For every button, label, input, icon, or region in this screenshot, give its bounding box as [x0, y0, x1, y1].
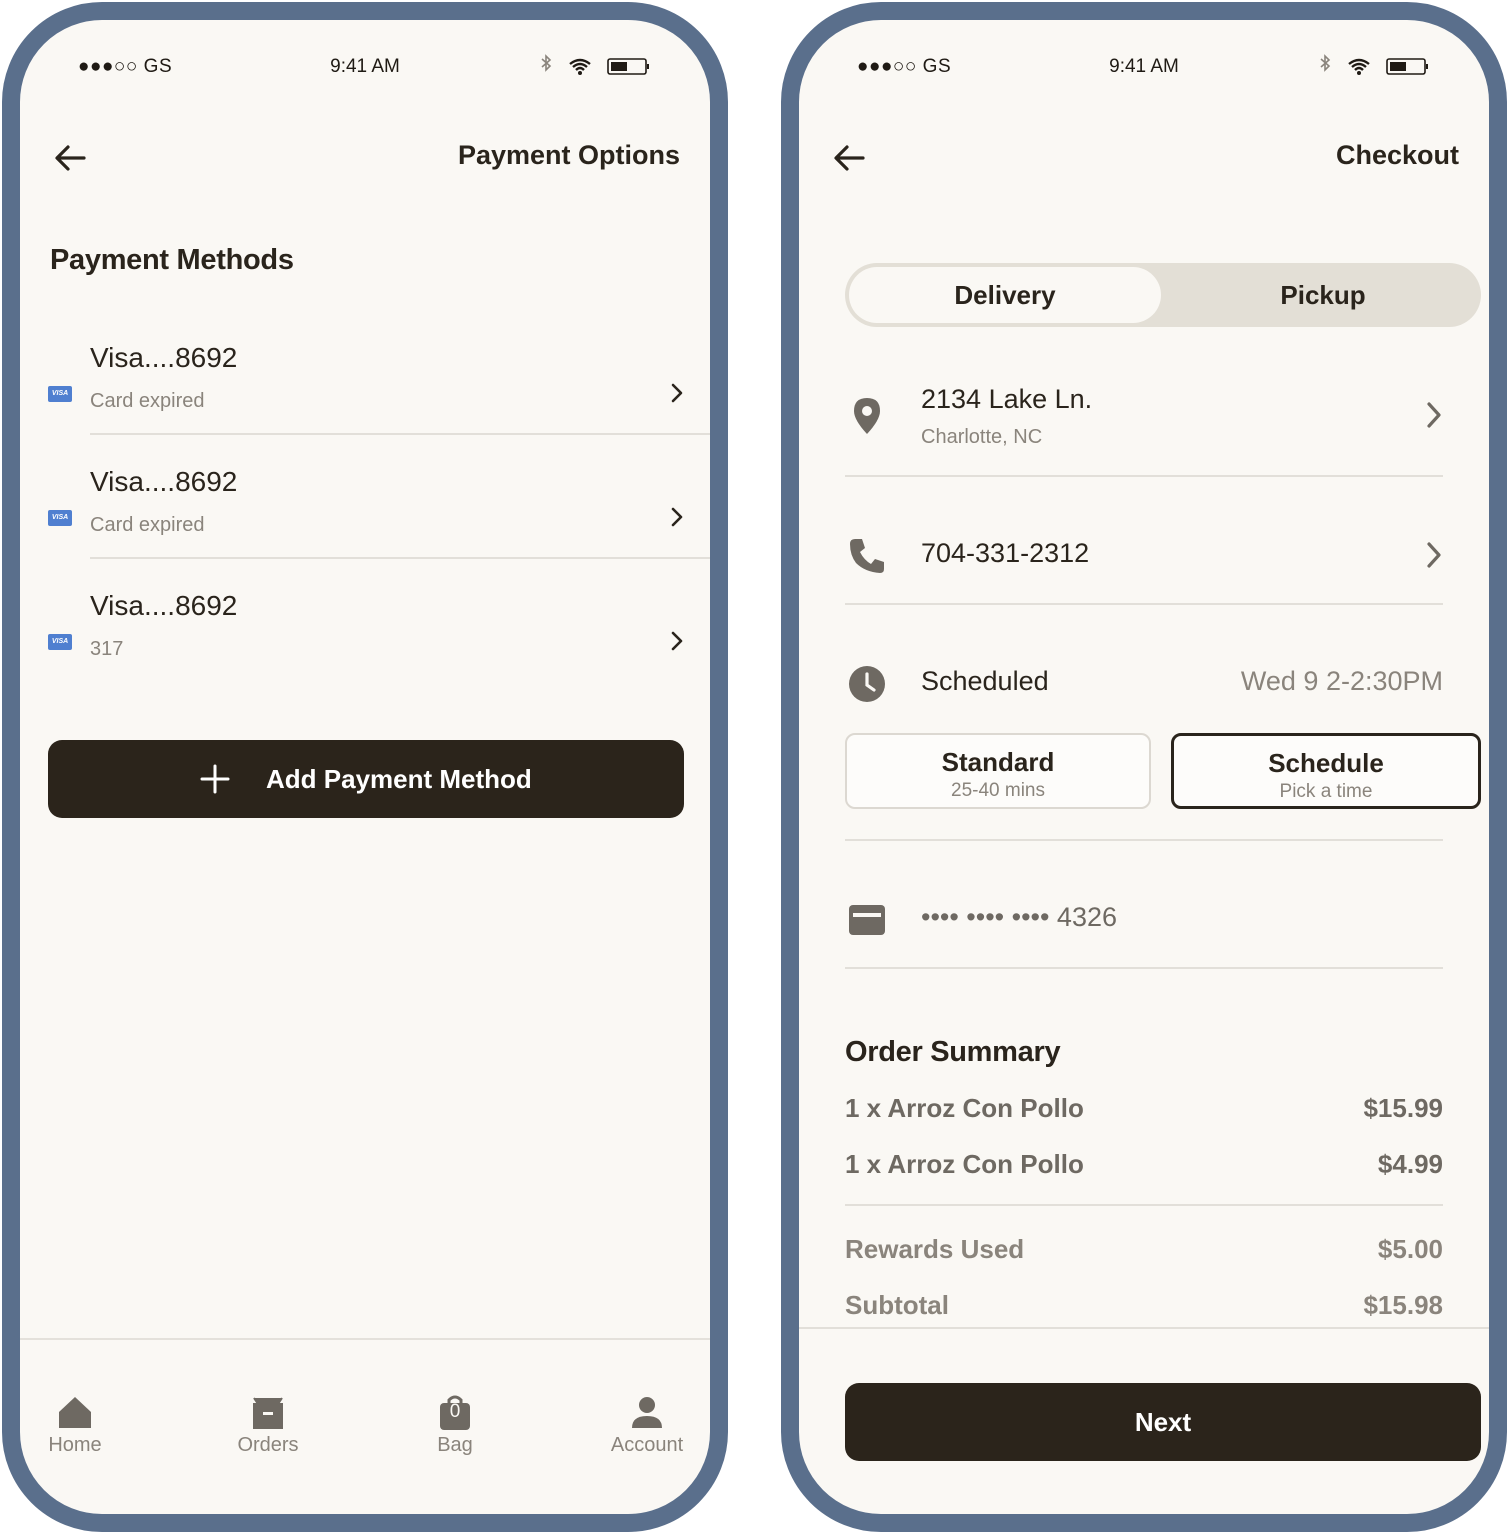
- order-item-row: 1 x Arroz Con Pollo $15.99: [845, 1093, 1443, 1127]
- next-button[interactable]: Next: [845, 1383, 1481, 1461]
- back-arrow-icon[interactable]: [829, 138, 869, 178]
- divider: [845, 967, 1443, 969]
- subtotal-label: Subtotal: [845, 1290, 949, 1320]
- page-title: Payment Options: [457, 140, 680, 170]
- schedule-option-subtitle: Pick a time: [1279, 781, 1373, 802]
- payment-method-detail: 317: [90, 638, 124, 660]
- payment-method-row[interactable]: VISA Visa....8692 Card expired: [48, 342, 710, 466]
- segment-pickup[interactable]: Pickup: [1165, 263, 1481, 327]
- subtotal-value: $15.98: [1363, 1290, 1443, 1320]
- delivery-pickup-toggle: Delivery Pickup: [845, 263, 1481, 327]
- order-item-name: 1 x Arroz Con Pollo: [845, 1093, 1084, 1123]
- segment-delivery[interactable]: Delivery: [849, 267, 1161, 323]
- chevron-right-icon[interactable]: [1425, 400, 1443, 430]
- clock-icon: [849, 666, 885, 702]
- rewards-label: Rewards Used: [845, 1234, 1025, 1264]
- payment-method-status: Card expired: [90, 514, 205, 536]
- bluetooth-icon: [541, 54, 552, 72]
- schedule-label: Scheduled: [921, 666, 1049, 696]
- divider: [845, 839, 1443, 841]
- tab-bag-label: Bag: [437, 1434, 473, 1456]
- status-icons: [541, 54, 649, 75]
- chevron-right-icon[interactable]: [1425, 540, 1443, 570]
- subtotal-row: Subtotal $15.98: [845, 1290, 1443, 1324]
- credit-card-icon: [849, 905, 885, 935]
- tab-home-label: Home: [48, 1434, 102, 1456]
- tab-account[interactable]: Account: [592, 1392, 702, 1457]
- wifi-icon: [569, 58, 591, 71]
- payment-method-status: Card expired: [90, 390, 205, 412]
- standard-option[interactable]: Standard 25-40 mins: [845, 733, 1151, 809]
- add-payment-method-button[interactable]: Add Payment Method: [48, 740, 684, 818]
- payment-methods-heading: Payment Methods: [50, 244, 294, 276]
- address-line1: 2134 Lake Ln.: [921, 384, 1093, 414]
- tab-home[interactable]: Home: [20, 1392, 130, 1457]
- divider: [845, 1204, 1443, 1206]
- payment-options-screen: ●●●○○ GS 9:41 AM Payment Options Payment…: [2, 2, 728, 1532]
- tab-orders[interactable]: Orders: [213, 1392, 323, 1457]
- chevron-right-icon: [671, 383, 683, 403]
- order-item-price: $15.99: [1363, 1093, 1443, 1123]
- location-pin-icon: [854, 398, 880, 434]
- payment-method-row[interactable]: VISA Visa....8692 Card expired: [48, 466, 710, 590]
- visa-card-icon: VISA: [48, 634, 72, 650]
- wifi-icon: [1348, 58, 1370, 71]
- status-bar: ●●●○○ GS 9:41 AM: [799, 40, 1489, 77]
- orders-icon: [253, 1397, 283, 1429]
- payment-method-name: Visa....8692: [90, 590, 238, 621]
- divider: [845, 603, 1443, 605]
- schedule-option[interactable]: Schedule Pick a time: [1171, 733, 1481, 809]
- tab-bag[interactable]: 0 Bag: [400, 1392, 510, 1457]
- divider: [799, 1327, 1489, 1329]
- order-item-price: $4.99: [1377, 1149, 1443, 1179]
- visa-card-icon: VISA: [48, 386, 72, 402]
- standard-option-subtitle: 25-40 mins: [951, 780, 1045, 801]
- rewards-row: Rewards Used $5.00: [845, 1234, 1443, 1268]
- battery-icon: [607, 58, 649, 75]
- card-number[interactable]: •••• •••• •••• 4326: [921, 902, 1117, 933]
- status-icons: [1320, 54, 1428, 75]
- divider: [845, 475, 1443, 477]
- order-item-row: 1 x Arroz Con Pollo $4.99: [845, 1149, 1443, 1183]
- battery-icon: [1386, 58, 1428, 75]
- account-icon: [632, 1397, 662, 1428]
- plus-icon: [200, 764, 230, 794]
- bag-count-badge: 0: [449, 1401, 461, 1422]
- payment-method-row[interactable]: VISA Visa....8692 317: [48, 590, 710, 714]
- standard-option-title: Standard: [941, 747, 1055, 777]
- chevron-right-icon: [671, 507, 683, 527]
- rewards-value: $5.00: [1377, 1234, 1443, 1264]
- schedule-value: Wed 9 2-2:30PM: [1240, 666, 1443, 696]
- tab-bar-divider: [20, 1338, 710, 1340]
- phone-number: 704-331-2312: [921, 538, 1090, 568]
- divider: [90, 433, 710, 435]
- status-bar: ●●●○○ GS 9:41 AM: [20, 40, 710, 77]
- page-title: Checkout: [1335, 140, 1459, 170]
- order-summary-heading: Order Summary: [845, 1036, 1061, 1068]
- payment-method-name: Visa....8692: [90, 342, 238, 373]
- tab-account-label: Account: [610, 1434, 684, 1456]
- phone-icon: [850, 539, 884, 573]
- divider: [90, 557, 710, 559]
- payment-method-name: Visa....8692: [90, 466, 238, 497]
- chevron-right-icon: [671, 631, 683, 651]
- order-item-name: 1 x Arroz Con Pollo: [845, 1149, 1084, 1179]
- schedule-option-title: Schedule: [1268, 748, 1384, 778]
- checkout-screen: ●●●○○ GS 9:41 AM Checkout Delivery Picku…: [781, 2, 1507, 1532]
- address-line2: Charlotte, NC: [921, 426, 1043, 448]
- home-icon: [59, 1397, 91, 1428]
- bluetooth-icon: [1320, 54, 1331, 72]
- back-arrow-icon[interactable]: [50, 138, 90, 178]
- add-payment-method-label: Add Payment Method: [266, 764, 532, 794]
- tab-orders-label: Orders: [237, 1434, 299, 1456]
- visa-card-icon: VISA: [48, 510, 72, 526]
